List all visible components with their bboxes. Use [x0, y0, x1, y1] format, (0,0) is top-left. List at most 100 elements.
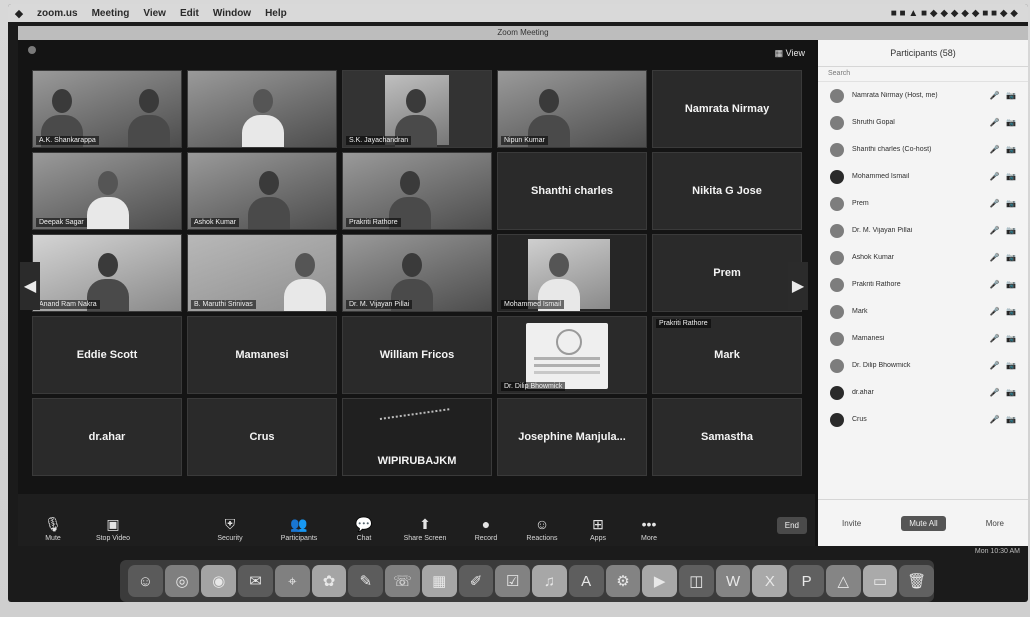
- participant-video-icon: [284, 253, 326, 311]
- video-tile[interactable]: Deepak Sagar: [32, 152, 182, 230]
- shield-icon: ⛨: [224, 516, 236, 532]
- participant-row[interactable]: Prem 🎤 📷: [818, 190, 1028, 217]
- video-tile[interactable]: [187, 70, 337, 148]
- menu-view[interactable]: View: [136, 8, 173, 19]
- calendar-icon[interactable]: ▦: [421, 565, 457, 597]
- menu-zoom[interactable]: zoom.us: [30, 8, 85, 19]
- participant-row[interactable]: Namrata Nirmay (Host, me) 🎤 📷: [818, 82, 1028, 109]
- more-button[interactable]: ••• More: [626, 496, 672, 546]
- reminders-icon[interactable]: ☑: [495, 565, 531, 597]
- chat-button[interactable]: 💬 Chat: [336, 496, 392, 546]
- participant-row[interactable]: Shanthi charles (Co-host) 🎤 📷: [818, 136, 1028, 163]
- video-tile[interactable]: WIPIRUBAJKM: [342, 398, 492, 476]
- menu-meeting[interactable]: Meeting: [85, 8, 137, 19]
- video-tile[interactable]: Prem: [652, 234, 802, 312]
- participant-row[interactable]: Mohammed Ismail 🎤 📷: [818, 163, 1028, 190]
- video-tile[interactable]: Crus: [187, 398, 337, 476]
- video-tile[interactable]: Mamanesi: [187, 316, 337, 394]
- messages-icon[interactable]: ✎: [348, 565, 384, 597]
- participant-row[interactable]: Crus 🎤 📷: [818, 406, 1028, 433]
- video-tile[interactable]: S.K. Jayachandran: [342, 70, 492, 148]
- video-tile[interactable]: Mohammed Ismail: [497, 234, 647, 312]
- tile-name: Ashok Kumar: [191, 218, 240, 227]
- mic-video-status-icon: 🎤 📷: [989, 334, 1018, 343]
- menu-status-icons[interactable]: ■ ■ ▲ ■ ◆ ◆ ◆ ◆ ◆ ■ ■ ◆ ◆: [891, 8, 1028, 19]
- folder-icon[interactable]: ▭: [862, 565, 898, 597]
- security-button[interactable]: ⛨ Security: [198, 496, 262, 546]
- participant-row[interactable]: dr.ahar 🎤 📷: [818, 379, 1028, 406]
- tile-display-name: Namrata Nirmay: [684, 103, 770, 115]
- participants-button[interactable]: 👥 Participants: [262, 496, 336, 546]
- mute-all-button[interactable]: Mute All: [901, 515, 946, 531]
- participant-row[interactable]: Dr. M. Vijayan Pillai 🎤 📷: [818, 217, 1028, 244]
- participant-search-input[interactable]: Search: [818, 67, 1028, 82]
- video-tile[interactable]: Dr. M. Vijayan Pillai: [342, 234, 492, 312]
- video-grid: A.K. Shankarappa S.K. Jayachandran Nipun…: [32, 70, 802, 480]
- next-page-arrow-icon[interactable]: ▶: [788, 262, 808, 310]
- photo-background: ◆ zoom.us Meeting View Edit Window Help …: [0, 0, 1030, 617]
- video-tile[interactable]: Prakriti Rathore Mark: [652, 316, 802, 394]
- tile-display-name: Prem: [713, 267, 741, 279]
- apple-menu-icon[interactable]: ◆: [8, 7, 30, 20]
- mic-video-status-icon: 🎤 📷: [989, 415, 1018, 424]
- video-tile[interactable]: Josephine Manjula...: [497, 398, 647, 476]
- video-tile[interactable]: William Fricos: [342, 316, 492, 394]
- encryption-shield-icon[interactable]: [28, 46, 36, 54]
- participant-row[interactable]: Mark 🎤 📷: [818, 298, 1028, 325]
- video-tile[interactable]: Namrata Nirmay: [652, 70, 802, 148]
- excel-icon[interactable]: X: [752, 565, 788, 597]
- panel-more-button[interactable]: More: [978, 516, 1012, 531]
- record-button[interactable]: ● Record: [458, 496, 514, 546]
- finder-icon[interactable]: ☺: [128, 565, 163, 597]
- video-tile[interactable]: Samastha: [652, 398, 802, 476]
- video-tile[interactable]: Dr. Dilip Bhowmick: [497, 316, 647, 394]
- menu-window[interactable]: Window: [206, 8, 258, 19]
- word-icon[interactable]: W: [715, 565, 751, 597]
- video-tile[interactable]: Shanthi charles: [497, 152, 647, 230]
- maps-icon[interactable]: ⌖: [274, 565, 310, 597]
- safari-icon[interactable]: ◎: [164, 565, 200, 597]
- video-tile[interactable]: Nipun Kumar: [497, 70, 647, 148]
- apps-button[interactable]: ⊞ Apps: [570, 496, 626, 546]
- chrome-icon[interactable]: ◉: [201, 565, 237, 597]
- end-meeting-button[interactable]: End: [776, 517, 807, 534]
- facetime-icon[interactable]: ☏: [385, 565, 420, 597]
- avatar: [830, 277, 844, 292]
- preview-icon[interactable]: ◫: [679, 565, 714, 597]
- participant-row[interactable]: Dr. Dilip Bhowmick 🎤 📷: [818, 352, 1028, 379]
- video-tile[interactable]: dr.ahar: [32, 398, 182, 476]
- tile-name: Dr. Dilip Bhowmick: [501, 382, 566, 391]
- video-tile[interactable]: Ashok Kumar: [187, 152, 337, 230]
- video-tile[interactable]: Nikita G Jose: [652, 152, 802, 230]
- video-tile[interactable]: B. Maruthi Srinivas: [187, 234, 337, 312]
- powerpoint-icon[interactable]: P: [789, 565, 824, 597]
- photos-icon[interactable]: ✿: [311, 565, 347, 597]
- notes-icon[interactable]: ✐: [458, 565, 494, 597]
- video-tile[interactable]: Prakriti Rathore: [342, 152, 492, 230]
- menu-help[interactable]: Help: [258, 8, 294, 19]
- mic-video-status-icon: 🎤 📷: [989, 253, 1018, 262]
- previous-page-arrow-icon[interactable]: ◀: [20, 262, 40, 310]
- stop-video-button[interactable]: ▣ Stop Video: [78, 496, 148, 546]
- share-screen-button[interactable]: ⬆ Share Screen: [392, 496, 458, 546]
- zoom-icon[interactable]: ▶: [642, 565, 678, 597]
- participant-row[interactable]: Ashok Kumar 🎤 📷: [818, 244, 1028, 271]
- participant-row[interactable]: Mamanesi 🎤 📷: [818, 325, 1028, 352]
- trash-icon[interactable]: 🗑: [899, 565, 935, 597]
- video-tile[interactable]: A.K. Shankarappa: [32, 70, 182, 148]
- invite-button[interactable]: Invite: [834, 516, 869, 531]
- mute-button[interactable]: 🎙 Mute: [28, 496, 78, 546]
- reactions-button[interactable]: ☺ Reactions: [514, 496, 570, 546]
- settings-icon[interactable]: ⚙: [605, 565, 641, 597]
- participant-row[interactable]: Shruthi Gopal 🎤 📷: [818, 109, 1028, 136]
- participant-row[interactable]: Prakriti Rathore 🎤 📷: [818, 271, 1028, 298]
- view-toggle-button[interactable]: ▦ View: [775, 48, 805, 59]
- mic-video-status-icon: 🎤 📷: [989, 91, 1018, 100]
- appstore-icon[interactable]: A: [568, 565, 604, 597]
- video-tile[interactable]: Eddie Scott: [32, 316, 182, 394]
- mail-icon[interactable]: ✉: [238, 565, 273, 597]
- music-icon[interactable]: ♫: [532, 565, 567, 597]
- vlc-icon[interactable]: △: [825, 565, 861, 597]
- video-tile[interactable]: Anand Ram Nakra: [32, 234, 182, 312]
- menu-edit[interactable]: Edit: [173, 8, 206, 19]
